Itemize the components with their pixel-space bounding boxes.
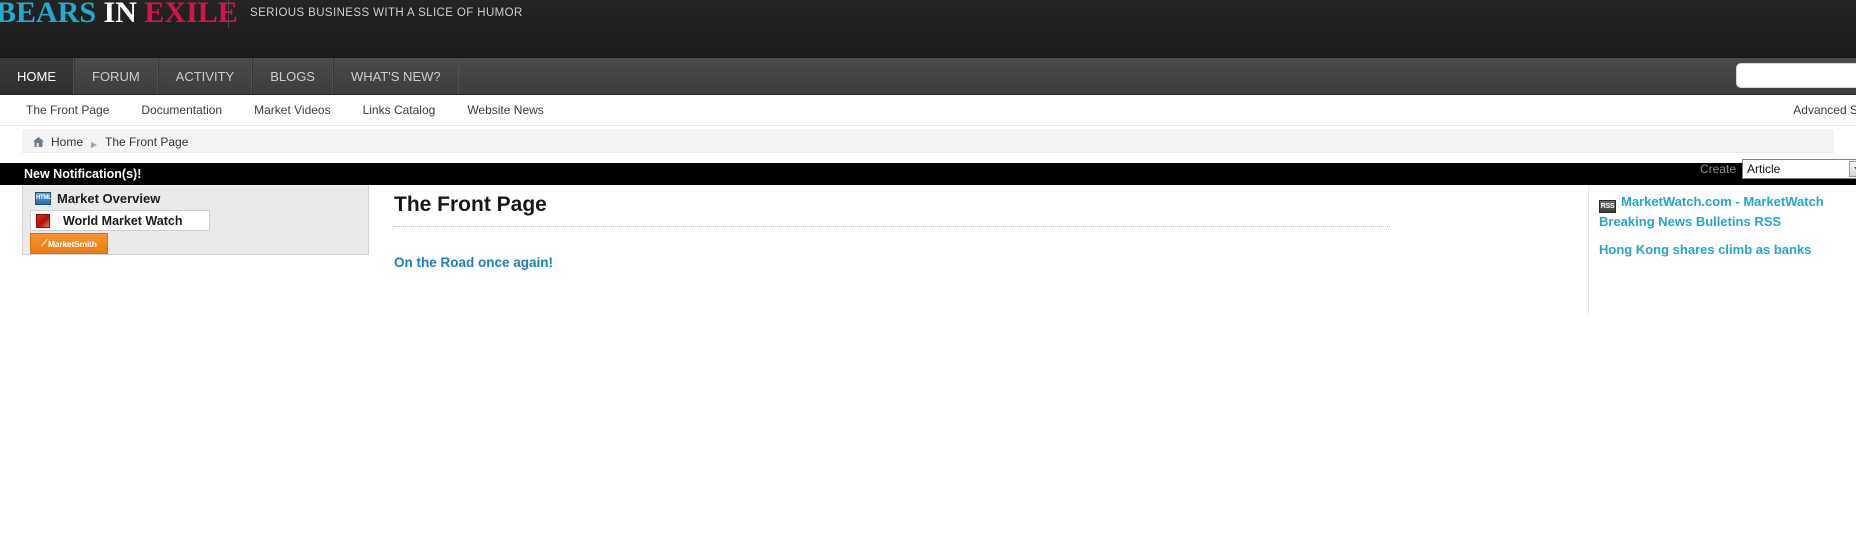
sidebar-market-overview: HTML Market Overview World Market Watch … xyxy=(22,185,369,255)
nav-item-home-label: HOME xyxy=(17,68,56,84)
marketsmith-tick-icon: ⟋ xyxy=(41,238,47,248)
page-content: HTML Market Overview World Market Watch … xyxy=(0,185,1856,315)
main-content: The Front Page On the Road once again! xyxy=(394,185,1576,272)
notification-bar: New Notification(s)! Create Article xyxy=(0,159,1856,185)
page-title: The Front Page xyxy=(394,193,547,216)
create-control: Create Article xyxy=(1700,159,1856,179)
sidebar-item-label: World Market Watch xyxy=(63,213,183,228)
title-divider xyxy=(394,226,1390,227)
nav-item-activity[interactable]: ACTIVITY xyxy=(157,58,253,94)
sidebar-module-title: Market Overview xyxy=(57,191,161,206)
html-icon: HTML xyxy=(35,192,52,205)
breadcrumb-wrapper: Home The Front Page xyxy=(0,126,1856,158)
header-divider xyxy=(228,0,229,28)
create-type-value: Article xyxy=(1747,162,1781,176)
rss-feed-header: RSS MarketWatch.com - MarketWatch Breakin… xyxy=(1599,193,1856,231)
rss-feed-item[interactable]: Hong Kong shares climb as banks xyxy=(1599,242,1856,258)
subnav-item-links-catalog[interactable]: Links Catalog xyxy=(363,103,436,117)
nav-item-forum-label: FORUM xyxy=(92,68,140,84)
sidebar-module-header: HTML Market Overview xyxy=(23,191,368,206)
rss-icon: RSS xyxy=(1599,200,1616,213)
logo-word-exile: EXILE xyxy=(144,0,238,29)
create-type-select[interactable]: Article xyxy=(1742,159,1856,179)
article-link[interactable]: On the Road once again! xyxy=(394,255,553,270)
marketsmith-badge-label: MarketSmith xyxy=(47,238,97,249)
site-header: BEARS IN EXILE SERIOUS BUSINESS WITH A S… xyxy=(0,0,1856,57)
chevron-down-icon[interactable] xyxy=(1849,161,1856,177)
secondary-navigation: The Front Page Documentation Market Vide… xyxy=(0,95,1856,126)
notification-text[interactable]: New Notification(s)! xyxy=(24,167,141,181)
breadcrumb: Home The Front Page xyxy=(22,130,1834,153)
create-label: Create xyxy=(1699,162,1736,176)
subnav-item-market-videos[interactable]: Market Videos xyxy=(254,103,330,117)
chevron-right-icon xyxy=(89,137,99,148)
nav-item-home[interactable]: HOME xyxy=(0,58,74,94)
subnav-item-website-news[interactable]: Website News xyxy=(467,103,543,117)
site-tagline: SERIOUS BUSINESS WITH A SLICE OF HUMOR xyxy=(250,7,523,19)
nav-item-blogs[interactable]: BLOGS xyxy=(252,58,333,94)
search-input[interactable] xyxy=(1736,63,1856,88)
sidebar-item-world-market-watch[interactable]: World Market Watch xyxy=(30,210,210,231)
nav-item-whats-new-label: WHAT'S NEW? xyxy=(350,68,441,84)
breadcrumb-current: The Front Page xyxy=(105,134,189,149)
nav-item-blogs-label: BLOGS xyxy=(270,68,315,84)
rss-feed-title[interactable]: MarketWatch.com - MarketWatch Breaking N… xyxy=(1599,194,1824,229)
breadcrumb-home[interactable]: Home xyxy=(51,135,83,149)
primary-navigation: HOME FORUM ACTIVITY BLOGS WHAT'S NEW? xyxy=(0,57,1856,95)
home-icon xyxy=(32,136,45,148)
chart-icon xyxy=(36,213,50,228)
marketsmith-badge[interactable]: ⟋ MarketSmith xyxy=(30,233,108,254)
subnav-item-documentation[interactable]: Documentation xyxy=(141,103,222,117)
site-logo[interactable]: BEARS IN EXILE xyxy=(0,0,238,28)
subnav-item-the-front-page[interactable]: The Front Page xyxy=(26,103,109,117)
nav-item-forum[interactable]: FORUM xyxy=(74,58,158,94)
nav-item-whats-new[interactable]: WHAT'S NEW? xyxy=(332,58,459,94)
rss-sidebar: RSS MarketWatch.com - MarketWatch Breakin… xyxy=(1588,185,1856,315)
logo-word-in: IN xyxy=(103,0,137,29)
nav-item-activity-label: ACTIVITY xyxy=(175,68,235,84)
logo-word-bears: BEARS xyxy=(0,0,97,29)
advanced-search-link[interactable]: Advanced Search xyxy=(1793,103,1856,117)
